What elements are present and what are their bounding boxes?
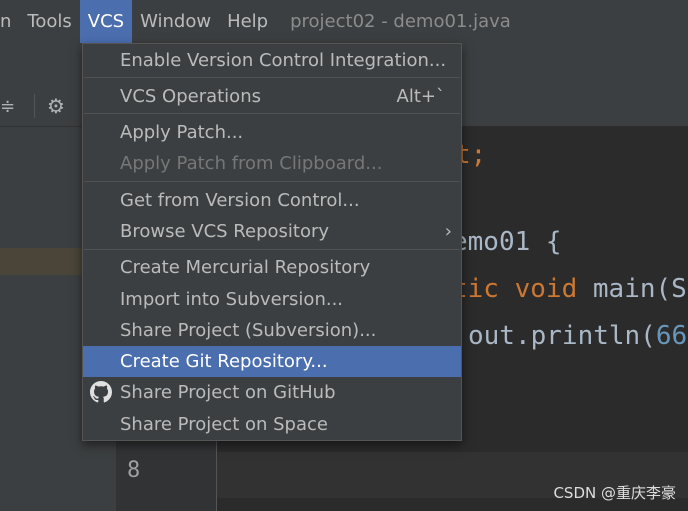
window-title: project02 - demo01.java <box>290 11 511 32</box>
menu-window[interactable]: Window <box>132 0 219 43</box>
menu-item-label: VCS Operations <box>120 86 261 107</box>
menu-item-share-github[interactable]: Share Project on GitHub <box>83 377 461 408</box>
menu-vcs[interactable]: VCS <box>79 0 133 43</box>
watermark: CSDN @重庆李豪 <box>553 484 676 502</box>
menu-item-label: Share Project on Space <box>120 414 328 435</box>
toolbar-divider <box>34 94 35 118</box>
menu-item-browse-repo[interactable]: Browse VCS Repository › <box>83 216 461 247</box>
github-icon <box>90 381 112 403</box>
menu-item-apply-patch-clipboard: Apply Patch from Clipboard... <box>83 148 461 179</box>
vcs-dropdown-menu: Enable Version Control Integration... VC… <box>82 43 462 441</box>
menu-item-enable-vcs[interactable]: Enable Version Control Integration... <box>83 45 461 76</box>
code-line-4: out.println(66 <box>468 321 687 351</box>
menu-item-label: Import into Subversion... <box>120 289 344 310</box>
menu-help[interactable]: Help <box>219 0 276 43</box>
separator <box>84 249 460 250</box>
gear-icon[interactable]: ⚙ <box>47 94 65 118</box>
chevron-right-icon: › <box>444 221 452 242</box>
menu-item-label: Get from Version Control... <box>120 190 360 211</box>
code-main: main(S <box>592 274 687 304</box>
menu-tools[interactable]: Tools <box>19 0 79 43</box>
code-println: out.println( <box>468 321 656 351</box>
menu-item-share-svn[interactable]: Share Project (Subversion)... <box>83 315 461 346</box>
menu-item-label: Create Mercurial Repository <box>120 257 371 278</box>
menu-item-apply-patch[interactable]: Apply Patch... <box>83 117 461 148</box>
menu-item-share-space[interactable]: Share Project on Space <box>83 409 461 440</box>
code-number: 66 <box>655 321 688 351</box>
menubar: n Tools VCS Window Help project02 - demo… <box>0 0 688 43</box>
separator <box>84 113 460 114</box>
separator <box>84 181 460 182</box>
menu-item-import-svn[interactable]: Import into Subversion... <box>83 284 461 315</box>
menu-item-label: Create Git Repository... <box>120 351 328 372</box>
menu-item-label: Apply Patch from Clipboard... <box>120 153 383 174</box>
menu-item-label: Apply Patch... <box>120 122 244 143</box>
shortcut-label: Alt+` <box>396 86 445 107</box>
menu-item-label: Enable Version Control Integration... <box>120 50 447 71</box>
separator <box>84 77 460 78</box>
menu-item-create-mercurial[interactable]: Create Mercurial Repository <box>83 252 461 283</box>
menu-item-vcs-operations[interactable]: VCS Operations Alt+` <box>83 81 461 112</box>
menu-item-get-from-vc[interactable]: Get from Version Control... <box>83 185 461 216</box>
collapse-icon[interactable]: ≑ <box>0 96 15 117</box>
line-number: 8 <box>127 458 141 483</box>
code-line-2: emo01 { <box>452 227 562 257</box>
menu-partial[interactable]: n <box>0 0 19 43</box>
menu-item-label: Share Project (Subversion)... <box>120 320 377 341</box>
menu-item-label: Browse VCS Repository <box>120 221 330 242</box>
menu-item-label: Share Project on GitHub <box>120 382 336 403</box>
code-line-3: tic void main(S <box>452 274 687 304</box>
code-kw-void: void <box>514 274 578 304</box>
menu-item-create-git[interactable]: Create Git Repository... <box>83 346 461 377</box>
